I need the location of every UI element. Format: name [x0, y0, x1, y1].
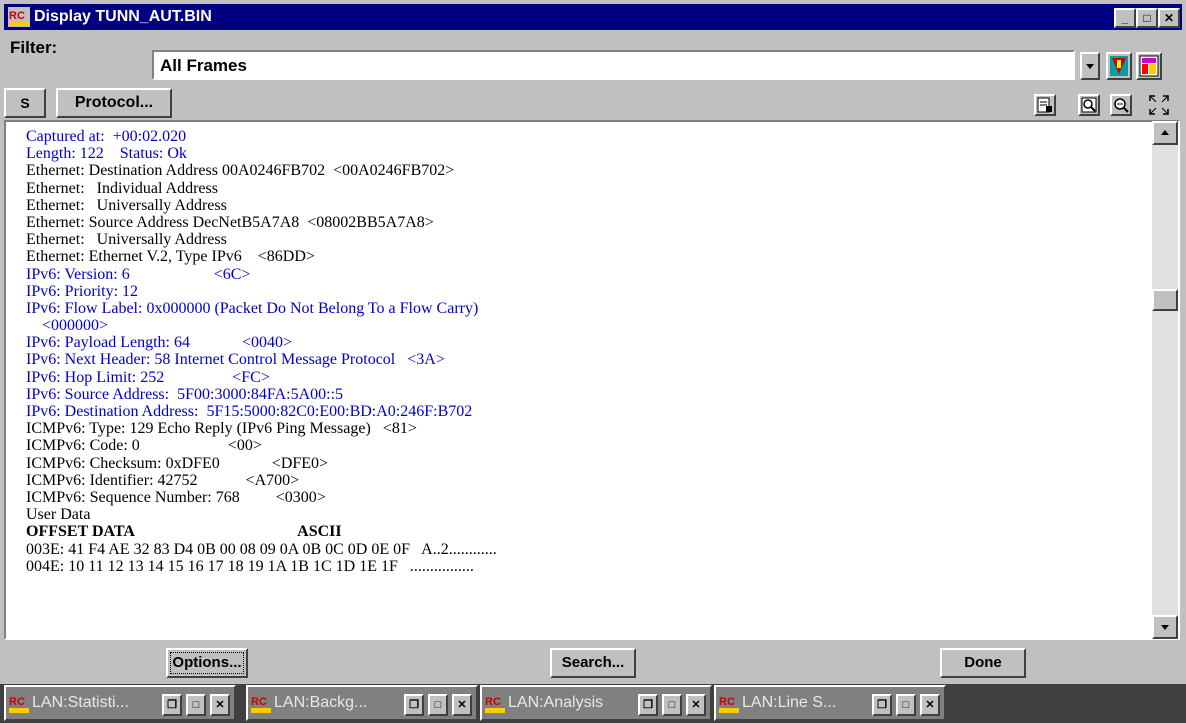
rc-logo-icon: RC	[9, 696, 29, 713]
detail-line[interactable]: IPv6: Hop Limit: 252 <FC>	[26, 369, 497, 386]
filter-dropdown-button[interactable]	[1080, 52, 1100, 80]
zoom-in-icon	[1081, 97, 1097, 113]
task-close-button[interactable]: ✕	[686, 694, 706, 716]
detail-lines: Captured at: +00:02.020 Length: 122 Statu…	[26, 128, 497, 575]
arrow-up-icon	[1161, 130, 1169, 135]
rc-logo-icon: RC	[8, 7, 30, 27]
detail-line[interactable]: IPv6: Priority: 12	[26, 283, 497, 300]
rc-logo-icon: RC	[719, 696, 739, 713]
fullscreen-button[interactable]	[1148, 94, 1170, 116]
task-lan-analysis[interactable]: RC LAN:Analysis ❐ □ ✕	[480, 685, 712, 721]
detail-line[interactable]: 004E: 10 11 12 13 14 15 16 17 18 19 1A 1…	[26, 558, 497, 575]
detail-line[interactable]: ICMPv6: Code: 0 <00>	[26, 437, 497, 454]
options-button[interactable]: Options...	[166, 648, 248, 678]
detail-line[interactable]: Ethernet: Universally Address	[26, 197, 497, 214]
arrow-down-icon	[1161, 625, 1169, 630]
svg-text:RC: RC	[485, 696, 501, 708]
zoom-in-button[interactable]	[1078, 94, 1100, 116]
svg-text:RC: RC	[9, 696, 25, 708]
task-restore-button[interactable]: ❐	[872, 694, 892, 716]
view-detail-button[interactable]	[1034, 94, 1056, 116]
detail-line[interactable]: IPv6: Payload Length: 64 <0040>	[26, 334, 497, 351]
detail-line[interactable]: IPv6: Flow Label: 0x000000 (Packet Do No…	[26, 300, 497, 317]
detail-line[interactable]: 003E: 41 F4 AE 32 83 D4 0B 00 08 09 0A 0…	[26, 541, 497, 558]
frame-detail-pane[interactable]: Captured at: +00:02.020 Length: 122 Statu…	[4, 120, 1180, 640]
task-lan-statistics[interactable]: RC LAN:Statisti... ❐ □ ✕	[4, 685, 236, 721]
detail-line[interactable]: ICMPv6: Sequence Number: 768 <0300>	[26, 489, 497, 506]
svg-text:RC: RC	[251, 696, 267, 708]
detail-line[interactable]: ICMPv6: Checksum: 0xDFE0 <DFE0>	[26, 455, 497, 472]
minimize-button[interactable]: _	[1114, 8, 1136, 28]
task-label: LAN:Line S...	[742, 694, 837, 711]
detail-line[interactable]: IPv6: Next Header: 58 Internet Control M…	[26, 351, 497, 368]
task-lan-line-status[interactable]: RC LAN:Line S... ❐ □ ✕	[714, 685, 946, 721]
scroll-up-button[interactable]	[1152, 121, 1178, 145]
detail-line[interactable]: OFFSET DATA ASCII	[26, 523, 497, 540]
vertical-scrollbar[interactable]	[1152, 121, 1178, 639]
svg-text:RC: RC	[9, 10, 25, 22]
detail-line[interactable]: IPv6: Source Address: 5F00:3000:84FA:5A0…	[26, 386, 497, 403]
detail-line[interactable]: Ethernet: Universally Address	[26, 231, 497, 248]
window-title: Display TUNN_AUT.BIN	[34, 8, 212, 25]
task-restore-button[interactable]: ❐	[162, 694, 182, 716]
title-bar[interactable]: RC Display TUNN_AUT.BIN _ □ ✕	[4, 4, 1182, 30]
detail-line[interactable]: Ethernet: Ethernet V.2, Type IPv6 <86DD>	[26, 248, 497, 265]
rc-logo-icon: RC	[485, 696, 505, 713]
detail-line[interactable]: User Data	[26, 506, 497, 523]
done-button[interactable]: Done	[940, 648, 1026, 678]
maximize-button[interactable]: □	[1136, 8, 1158, 28]
task-lan-background[interactable]: RC LAN:Backg... ❐ □ ✕	[246, 685, 478, 721]
filter-select[interactable]: All Frames	[152, 50, 1075, 80]
scroll-down-button[interactable]	[1152, 615, 1178, 639]
filter-label: Filter:	[10, 38, 58, 57]
protocol-button[interactable]: Protocol...	[56, 88, 172, 118]
scroll-thumb[interactable]	[1152, 289, 1178, 311]
detail-line[interactable]: Ethernet: Individual Address	[26, 180, 497, 197]
task-close-button[interactable]: ✕	[452, 694, 472, 716]
detail-line[interactable]: ICMPv6: Type: 129 Echo Reply (IPv6 Ping …	[26, 420, 497, 437]
detail-line[interactable]: Ethernet: Source Address DecNetB5A7A8 <0…	[26, 214, 497, 231]
detail-line[interactable]: Ethernet: Destination Address 00A0246FB7…	[26, 162, 497, 179]
task-label: LAN:Backg...	[274, 694, 368, 711]
svg-text:RC: RC	[719, 696, 735, 708]
zoom-out-icon	[1114, 98, 1129, 113]
task-label: LAN:Statisti...	[32, 694, 129, 711]
detail-line[interactable]: <000000>	[26, 317, 497, 334]
task-maximize-button[interactable]: □	[662, 694, 682, 716]
task-maximize-button[interactable]: □	[186, 694, 206, 716]
filter-edit-button[interactable]	[1106, 52, 1132, 80]
fullscreen-icon	[1149, 95, 1169, 115]
task-close-button[interactable]: ✕	[210, 694, 230, 716]
task-maximize-button[interactable]: □	[896, 694, 916, 716]
task-label: LAN:Analysis	[508, 694, 604, 711]
view-detail-icon	[1037, 97, 1052, 113]
search-button[interactable]: Search...	[550, 648, 636, 678]
filter-value: All Frames	[160, 56, 247, 75]
detail-line[interactable]: ICMPv6: Identifier: 42752 <A700>	[26, 472, 497, 489]
s-button[interactable]: S	[4, 88, 46, 118]
task-restore-button[interactable]: ❐	[638, 694, 658, 716]
filter-edit-icon	[1110, 56, 1128, 76]
task-restore-button[interactable]: ❐	[404, 694, 424, 716]
detail-line[interactable]: IPv6: Version: 6 <6C>	[26, 266, 497, 283]
zoom-out-button[interactable]	[1110, 94, 1132, 116]
detail-line[interactable]: Captured at: +00:02.020	[26, 128, 497, 145]
task-maximize-button[interactable]: □	[428, 694, 448, 716]
rc-logo-icon: RC	[251, 696, 271, 713]
display-window: RC Display TUNN_AUT.BIN _ □ ✕ Filter: Al…	[0, 0, 1186, 684]
chevron-down-icon	[1086, 64, 1094, 69]
filter-new-button[interactable]	[1136, 52, 1162, 80]
close-button[interactable]: ✕	[1158, 8, 1180, 28]
filter-new-icon	[1139, 55, 1159, 77]
minimized-windows-bar: RC LAN:Statisti... ❐ □ ✕ RC LAN:Backg...…	[0, 684, 1186, 723]
task-close-button[interactable]: ✕	[920, 694, 940, 716]
detail-line[interactable]: IPv6: Destination Address: 5F15:5000:82C…	[26, 403, 497, 420]
detail-line[interactable]: Length: 122 Status: Ok	[26, 145, 497, 162]
